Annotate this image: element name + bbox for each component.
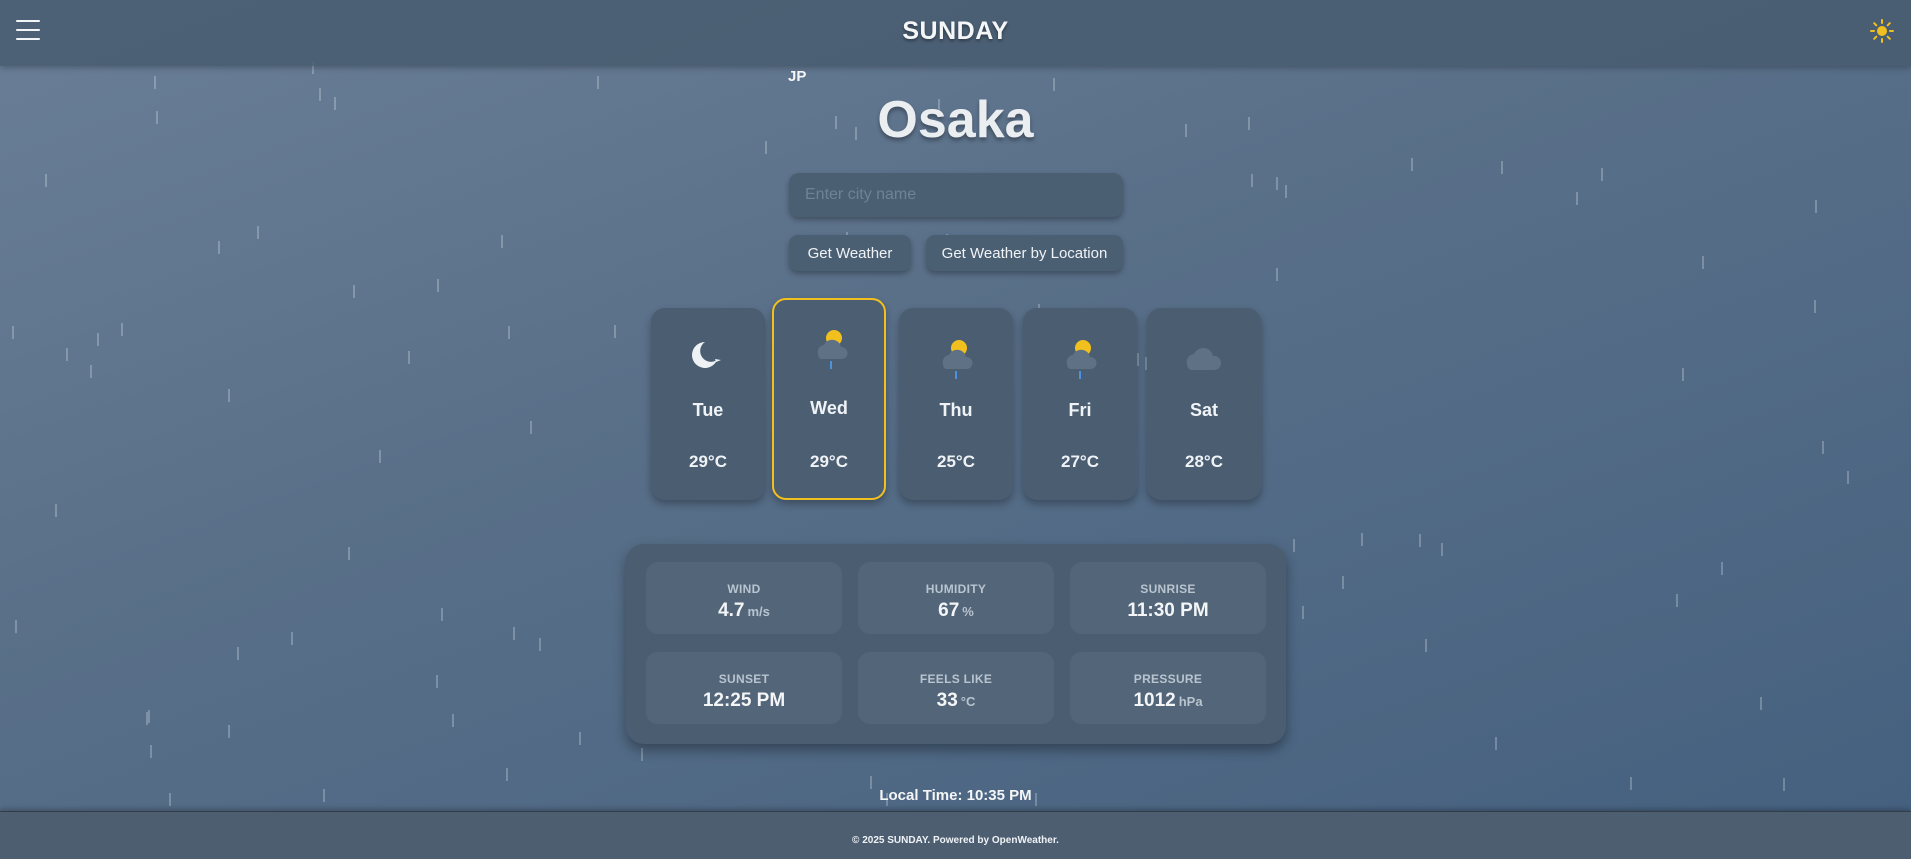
- moon-icon: [683, 334, 733, 378]
- app-brand: SUNDAY: [902, 17, 1009, 45]
- forecast-day: Fri: [1068, 400, 1092, 420]
- forecast-card-thu[interactable]: Thu 25°C: [899, 308, 1013, 500]
- sunrise-value: 11:30 PM: [1127, 600, 1209, 621]
- detail-value: 33 °C: [858, 690, 1054, 712]
- detail-value: 1012 hPa: [1070, 690, 1266, 712]
- forecast-strip: Tue 29°C Wed 29°C Thu 25°C Fri 27°C Sat …: [651, 298, 1263, 503]
- cloud-sun-rain-icon: [806, 324, 856, 369]
- footer-copyright: © 2025 SUNDAY. Powered by OpenWeather.: [852, 835, 1059, 846]
- pressure-unit: hPa: [1178, 694, 1203, 709]
- city-title: Osaka: [877, 91, 1034, 149]
- forecast-card-wed[interactable]: Wed 29°C: [772, 298, 886, 500]
- detail-value: 11:30 PM: [1070, 600, 1266, 622]
- detail-sunset: SUNSET 12:25 PM: [646, 652, 842, 724]
- forecast-card-fri[interactable]: Fri 27°C: [1023, 308, 1137, 500]
- forecast-temp: 28°C: [1185, 452, 1223, 471]
- forecast-day: Sat: [1189, 400, 1218, 420]
- local-time: Local Time: 10:35 PM: [879, 787, 1032, 804]
- humidity-unit: %: [962, 604, 974, 619]
- forecast-day: Thu: [939, 400, 973, 420]
- detail-value: 67%: [858, 600, 1054, 622]
- wind-unit: m/s: [747, 604, 770, 619]
- wind-value: 4.7: [718, 600, 745, 621]
- forecast-card-tue[interactable]: Tue 29°C: [651, 308, 765, 500]
- country-code: JP: [788, 68, 807, 85]
- detail-value: 12:25 PM: [646, 690, 842, 712]
- cloud-sun-rain-icon: [931, 334, 981, 379]
- detail-pressure: PRESSURE 1012 hPa: [1070, 652, 1266, 724]
- forecast-day: Tue: [692, 400, 724, 420]
- humidity-value: 67: [938, 600, 960, 621]
- city-search-input[interactable]: [789, 173, 1123, 217]
- detail-label: SUNSET: [718, 672, 770, 686]
- detail-feels-like: FEELS LIKE 33 °C: [858, 652, 1054, 724]
- app-header: SUNDAY: [0, 0, 1911, 66]
- cloud-sun-rain-icon: [1055, 334, 1105, 379]
- forecast-temp: 27°C: [1061, 452, 1099, 471]
- pressure-value: 1012: [1133, 690, 1176, 711]
- weather-details-panel: WIND 4.7 m/s HUMIDITY 67% SUNRISE 11:30 P…: [626, 544, 1286, 744]
- page-footer: © 2025 SUNDAY. Powered by OpenWeather.: [0, 811, 1911, 859]
- forecast-day: Wed: [810, 398, 848, 418]
- feels-like-value: 33: [936, 690, 958, 711]
- detail-label: WIND: [727, 582, 761, 596]
- detail-value: 4.7 m/s: [646, 600, 842, 622]
- forecast-temp: 29°C: [810, 452, 848, 471]
- sun-icon[interactable]: [1869, 18, 1895, 44]
- detail-label: SUNRISE: [1140, 582, 1196, 596]
- forecast-card-sat[interactable]: Sat 28°C: [1147, 308, 1261, 500]
- sunset-value: 12:25 PM: [702, 690, 786, 711]
- get-weather-button[interactable]: Get Weather: [789, 235, 911, 271]
- detail-sunrise: SUNRISE 11:30 PM: [1070, 562, 1266, 634]
- detail-wind: WIND 4.7 m/s: [646, 562, 842, 634]
- detail-label: HUMIDITY: [925, 582, 987, 596]
- forecast-temp: 25°C: [937, 452, 975, 471]
- detail-humidity: HUMIDITY 67%: [858, 562, 1054, 634]
- feels-like-unit: °C: [960, 694, 976, 709]
- get-weather-by-location-button[interactable]: Get Weather by Location: [926, 235, 1123, 271]
- cloud-icon: [1179, 334, 1229, 378]
- forecast-temp: 29°C: [689, 452, 727, 471]
- detail-label: PRESSURE: [1133, 672, 1203, 686]
- detail-label: FEELS LIKE: [919, 672, 993, 686]
